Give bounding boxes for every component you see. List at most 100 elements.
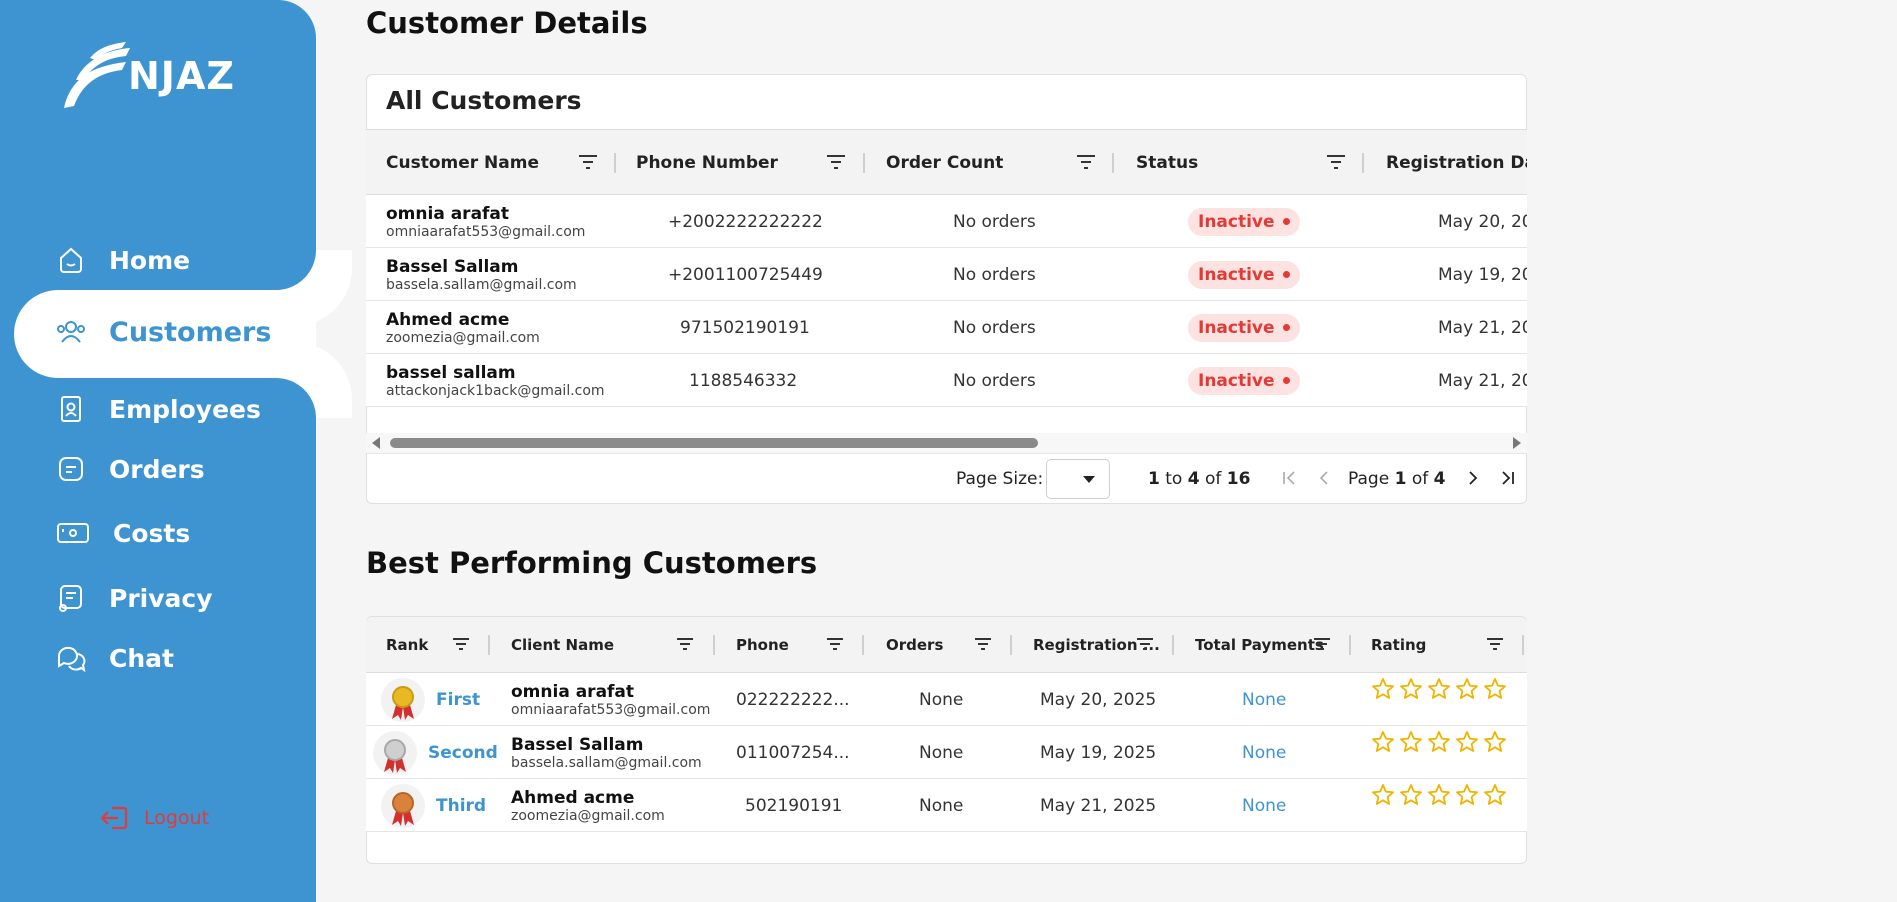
filter-icon[interactable] [1486, 637, 1504, 651]
column-resize-handle[interactable] [1522, 635, 1524, 655]
first-page-button[interactable] [1277, 466, 1301, 490]
payments-link[interactable]: None [1242, 690, 1286, 710]
star-icon[interactable] [1371, 783, 1395, 807]
scroll-left-arrow-icon[interactable] [372, 437, 380, 449]
table-row[interactable]: Ahmed acme zoomezia@gmail.com 9715021901… [366, 301, 1527, 354]
logout-button[interactable]: Logout [100, 804, 209, 832]
column-resize-handle[interactable] [863, 153, 865, 173]
column-header-rank[interactable]: Rank [386, 617, 428, 672]
date-cell: May 21, 20 [1438, 370, 1527, 391]
scrollbar-thumb[interactable] [390, 438, 1038, 448]
scroll-right-arrow-icon[interactable] [1513, 437, 1521, 449]
sidebar-item-label: Employees [109, 394, 261, 424]
table-row[interactable]: First omnia arafat omniaarafat553@gmail.… [366, 673, 1527, 726]
star-icon[interactable] [1427, 783, 1451, 807]
column-header-client-name[interactable]: Client Name [511, 617, 614, 672]
star-icon[interactable] [1483, 677, 1507, 701]
filter-icon[interactable] [826, 637, 844, 651]
filter-icon[interactable] [1136, 637, 1154, 651]
next-page-button[interactable] [1461, 466, 1485, 490]
column-header-order-count[interactable]: Order Count [886, 130, 1003, 194]
star-icon[interactable] [1455, 783, 1479, 807]
sidebar-item-label: Privacy [109, 583, 213, 613]
column-resize-handle[interactable] [1349, 635, 1351, 655]
column-resize-handle[interactable] [1362, 153, 1364, 173]
sidebar-item-label: Chat [109, 643, 174, 673]
filter-icon[interactable] [1076, 154, 1096, 170]
status-badge: Inactive [1188, 366, 1300, 395]
star-rating[interactable] [1371, 730, 1507, 754]
sidebar: NJAZ Home Customers Employees Orders Cos… [0, 0, 316, 902]
column-header-status[interactable]: Status [1136, 130, 1198, 194]
rank-cell: Third [380, 779, 487, 831]
star-icon[interactable] [1371, 730, 1395, 754]
status-badge: Inactive [1188, 207, 1300, 236]
table-row[interactable]: Bassel Sallam bassela.sallam@gmail.com +… [366, 248, 1527, 301]
previous-page-button[interactable] [1312, 466, 1336, 490]
filter-icon[interactable] [578, 154, 598, 170]
column-header-customer-name[interactable]: Customer Name [386, 130, 539, 194]
column-header-rating[interactable]: Rating [1371, 617, 1426, 672]
table-row[interactable]: omnia arafat omniaarafat553@gmail.com +2… [366, 195, 1527, 248]
star-icon[interactable] [1455, 677, 1479, 701]
customer-name: Ahmed acme [386, 309, 510, 330]
star-icon[interactable] [1483, 783, 1507, 807]
column-header-phone[interactable]: Phone [736, 617, 789, 672]
pagination-bar: Page Size: 1 to 4 of 16 Page 1 of 4 [366, 453, 1527, 503]
status-cell: Inactive [1188, 354, 1300, 406]
star-icon[interactable] [1427, 677, 1451, 701]
column-header-phone[interactable]: Phone Number [636, 130, 778, 194]
column-resize-handle[interactable] [1172, 635, 1174, 655]
sidebar-item-privacy[interactable]: Privacy [55, 582, 213, 614]
date-cell: May 20, 2025 [1040, 689, 1157, 710]
star-rating[interactable] [1371, 783, 1507, 807]
sidebar-item-chat[interactable]: Chat [55, 642, 174, 674]
payments-cell: None [1242, 673, 1286, 725]
column-resize-handle[interactable] [713, 635, 715, 655]
date-cell: May 21, 2025 [1040, 795, 1157, 816]
sidebar-item-orders[interactable]: Orders [55, 453, 205, 485]
filter-icon[interactable] [826, 154, 846, 170]
column-resize-handle[interactable] [862, 635, 864, 655]
table-row[interactable]: Third Ahmed acme zoomezia@gmail.com 5021… [366, 779, 1527, 832]
filter-icon[interactable] [1313, 637, 1331, 651]
last-page-button[interactable] [1496, 466, 1520, 490]
brand-name: NJAZ [128, 54, 235, 98]
logout-icon [100, 806, 128, 830]
privacy-icon [59, 585, 82, 612]
filter-icon[interactable] [974, 637, 992, 651]
table-row[interactable]: Second Bassel Sallam bassela.sallam@gmai… [366, 726, 1527, 779]
column-resize-handle[interactable] [1010, 635, 1012, 655]
star-icon[interactable] [1399, 677, 1423, 701]
horizontal-scrollbar[interactable] [366, 433, 1527, 453]
sidebar-item-costs[interactable]: Costs [55, 517, 190, 549]
sidebar-item-home[interactable]: Home [55, 244, 190, 276]
column-resize-handle[interactable] [488, 635, 490, 655]
date-cell: May 20, 20 [1438, 211, 1527, 232]
page-size-select[interactable] [1046, 459, 1110, 499]
column-header-registration-date[interactable]: Registration Date [1386, 130, 1527, 194]
column-header-total-payments[interactable]: Total Payments [1195, 617, 1324, 672]
column-resize-handle[interactable] [1112, 153, 1114, 173]
star-icon[interactable] [1371, 677, 1395, 701]
star-icon[interactable] [1455, 730, 1479, 754]
star-icon[interactable] [1399, 783, 1423, 807]
column-header-orders[interactable]: Orders [886, 617, 943, 672]
star-icon[interactable] [1427, 730, 1451, 754]
table-row[interactable]: bassel sallam attackonjack1back@gmail.co… [366, 354, 1527, 407]
column-resize-handle[interactable] [614, 153, 616, 173]
filter-icon[interactable] [1326, 154, 1346, 170]
date-cell: May 19, 20 [1438, 264, 1527, 285]
phone-cell: 1188546332 [689, 370, 798, 391]
star-rating[interactable] [1371, 677, 1507, 701]
star-icon[interactable] [1399, 730, 1423, 754]
payments-link[interactable]: None [1242, 743, 1286, 763]
sidebar-item-employees[interactable]: Employees [55, 393, 261, 425]
rank-label: Third [436, 795, 487, 816]
sidebar-item-customers[interactable]: Customers [55, 316, 271, 348]
filter-icon[interactable] [452, 637, 470, 651]
filter-icon[interactable] [676, 637, 694, 651]
star-icon[interactable] [1483, 730, 1507, 754]
payments-cell: None [1242, 779, 1286, 831]
payments-link[interactable]: None [1242, 796, 1286, 816]
